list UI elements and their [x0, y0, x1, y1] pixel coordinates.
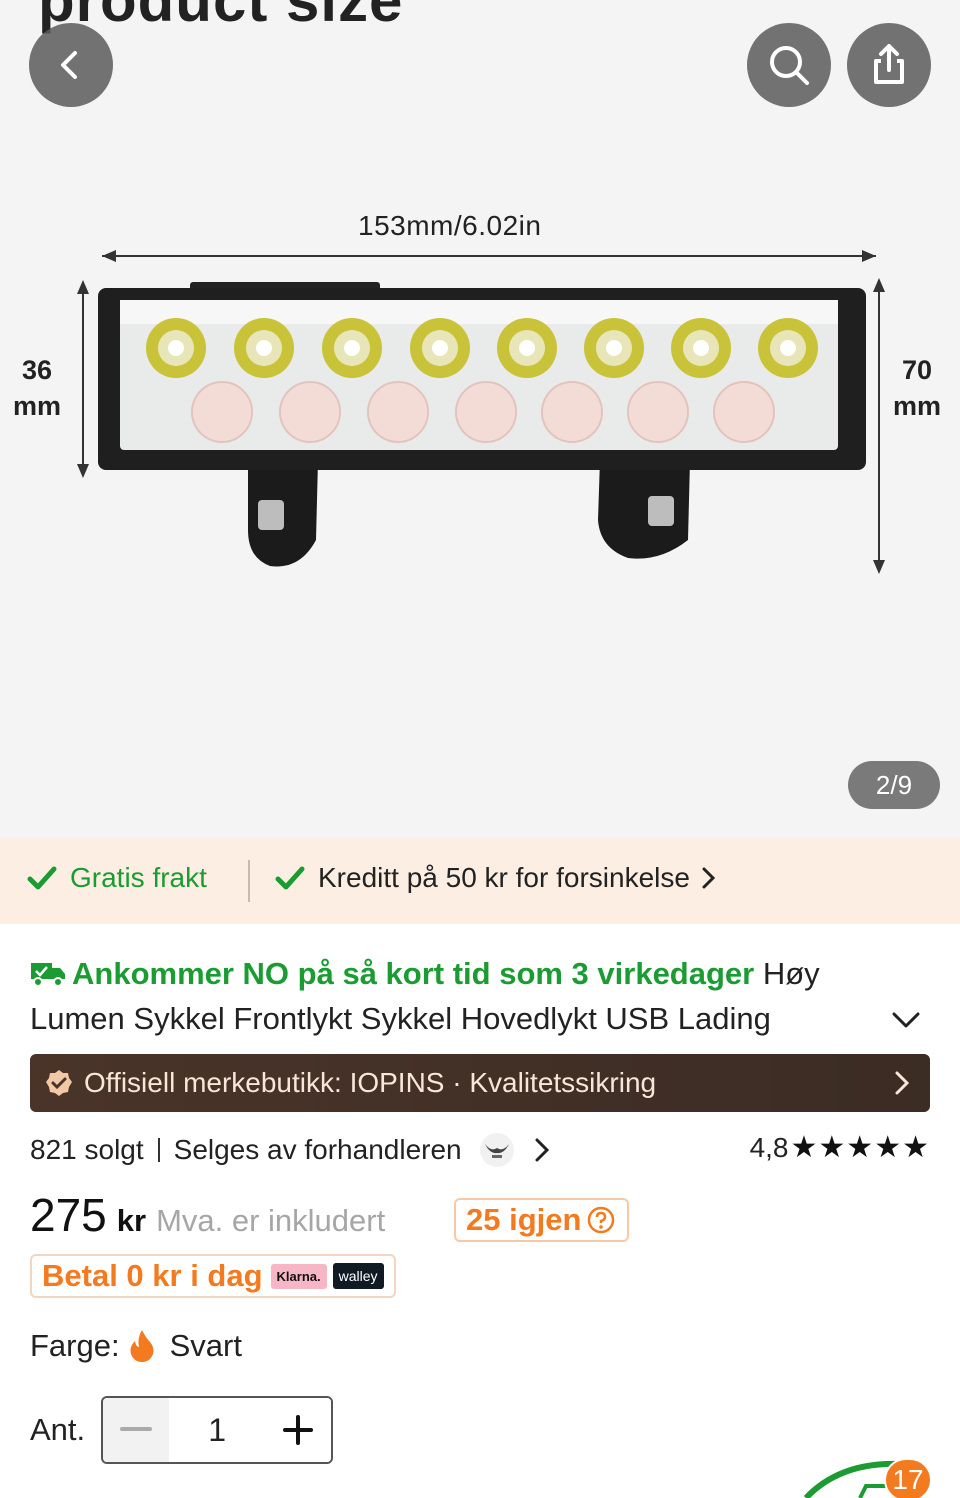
chevron-right-icon — [895, 1071, 910, 1095]
light-bar-illustration — [77, 250, 885, 574]
arrival-text: Ankommer NO på så kort tid som 3 virkeda… — [72, 956, 755, 991]
product-title-start: Høy — [762, 956, 820, 991]
chevron-right-icon[interactable] — [532, 1136, 552, 1164]
benefits-strip: Gratis frakt Kreditt på 50 kr for forsin… — [0, 838, 960, 924]
quantity-value[interactable]: 1 — [169, 1398, 266, 1462]
product-image-gallery[interactable]: product size 153mm/6.02in 36 mm 70 mm 2/… — [0, 0, 960, 838]
checkmark-icon — [27, 866, 57, 890]
chevron-right-icon — [702, 867, 716, 889]
search-icon — [770, 46, 809, 85]
chevron-down-icon[interactable] — [890, 1004, 922, 1036]
search-button[interactable] — [747, 23, 831, 107]
stock-left-label: 25 igjen — [466, 1202, 582, 1237]
benefit-divider — [248, 860, 250, 902]
plus-icon — [283, 1415, 314, 1445]
quantity-decrease-button[interactable] — [103, 1398, 170, 1462]
flame-icon — [130, 1330, 154, 1362]
pay-later-box[interactable]: Betal 0 kr i dag Klarna. walley — [30, 1254, 396, 1298]
product-title-block: Ankommer NO på så kort tid som 3 virkeda… — [30, 950, 930, 998]
product-title: Lumen Sykkel Frontlykt Sykkel Hovedlykt … — [30, 1001, 771, 1036]
color-option-row[interactable]: Farge: Svart — [30, 1328, 242, 1364]
minus-icon — [120, 1427, 153, 1431]
share-button[interactable] — [847, 23, 931, 107]
official-store-label: Offisiell merkebutikk: IOPINS · Kvalitet… — [84, 1067, 657, 1098]
seller-logo[interactable] — [479, 1133, 514, 1167]
seller-label[interactable]: Selges av forhandleren — [174, 1134, 462, 1166]
image-page-indicator: 2/9 — [848, 761, 940, 809]
color-value: Svart — [169, 1328, 242, 1363]
stock-left-badge[interactable]: 25 igjen — [454, 1198, 630, 1242]
verified-badge-icon — [46, 1070, 72, 1096]
quantity-row: Ant. 1 — [30, 1396, 334, 1464]
quantity-increase-button[interactable] — [265, 1398, 332, 1462]
chevron-left-icon — [61, 51, 77, 79]
free-shipping-label: Gratis frakt — [70, 862, 207, 893]
vat-note: Mva. er inkludert — [156, 1203, 386, 1238]
width-dimension-label: 153mm/6.02in — [358, 210, 542, 241]
rating-value: 4,8 — [749, 1131, 789, 1163]
cart-count-badge[interactable]: 17 — [884, 1458, 932, 1498]
rating-summary[interactable]: 4,8 ★★★★★ — [750, 1130, 930, 1165]
quantity-label: Ant. — [30, 1412, 86, 1447]
color-label: Farge: — [30, 1328, 120, 1363]
checkmark-icon — [275, 866, 305, 890]
klarna-logo: Klarna. — [270, 1263, 327, 1289]
sold-count: 821 solgt — [30, 1134, 144, 1165]
sales-meta-row: 821 solgt Selges av forhandleren 4,8 ★★★… — [30, 1128, 930, 1172]
official-store-banner[interactable]: Offisiell merkebutikk: IOPINS · Kvalitet… — [30, 1054, 930, 1112]
share-icon — [874, 44, 904, 84]
rating-stars: ★★★★★ — [790, 1131, 930, 1164]
eagle-logo-icon — [484, 1144, 509, 1158]
delay-credit-benefit[interactable]: Kreditt på 50 kr for forsinkelse — [274, 862, 720, 894]
back-button[interactable] — [29, 23, 113, 107]
pay-today-label: Betal 0 kr i dag — [42, 1258, 263, 1293]
price-currency: kr — [116, 1203, 147, 1238]
delay-credit-label: Kreditt på 50 kr for forsinkelse — [318, 862, 690, 893]
free-shipping-benefit[interactable]: Gratis frakt — [26, 862, 207, 894]
quantity-stepper[interactable]: 1 — [101, 1396, 334, 1464]
price-amount: 275 — [30, 1189, 107, 1241]
delivery-truck-icon — [31, 963, 65, 987]
meta-divider — [157, 1138, 160, 1162]
help-circle-icon — [588, 1206, 615, 1234]
price-row: 275 kr Mva. er inkludert — [30, 1188, 385, 1248]
walley-logo: walley — [332, 1263, 384, 1289]
